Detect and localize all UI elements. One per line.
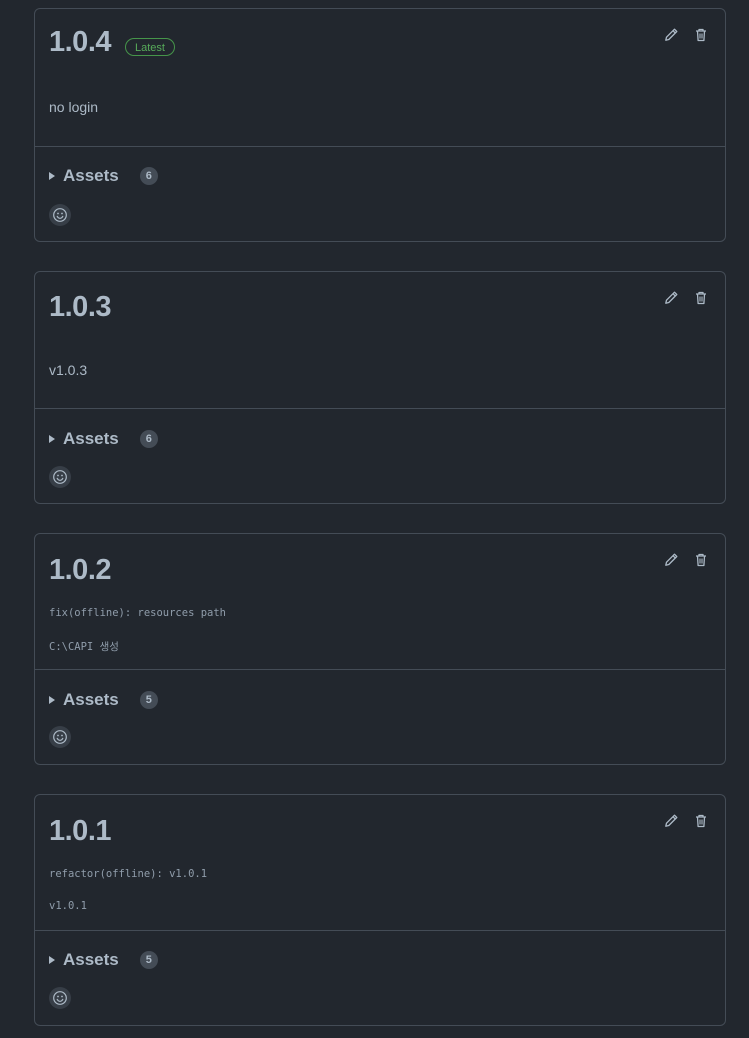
release-card: 1.0.2 fix(offline): resources path C:\CA… [34, 533, 726, 765]
release-description-line-2: C:\CAPI 생성 [49, 641, 119, 653]
assets-label: Assets [63, 166, 119, 185]
trash-icon[interactable] [693, 813, 709, 829]
assets-toggle[interactable]: Assets 5 [49, 690, 158, 710]
pencil-icon[interactable] [663, 813, 679, 829]
release-description: v1.0.3 [49, 362, 88, 378]
assets-count: 5 [139, 691, 158, 709]
trash-icon[interactable] [693, 290, 709, 306]
release-version[interactable]: 1.0.1 [49, 817, 112, 846]
release-version[interactable]: 1.0.3 [49, 293, 112, 322]
latest-badge: Latest [125, 38, 175, 56]
release-header: 1.0.4 Latest no login [35, 9, 725, 147]
release-header: 1.0.2 fix(offline): resources path C:\CA… [35, 534, 725, 670]
release-description-line-1: refactor(offline): v1.0.1 [49, 868, 208, 880]
release-description: no login [49, 99, 99, 115]
release-card: 1.0.4 Latest no login Assets 6 [34, 8, 726, 242]
assets-toggle[interactable]: Assets 5 [49, 950, 158, 970]
release-card: 1.0.1 refactor(offline): v1.0.1 v1.0.1 A… [34, 794, 726, 1026]
assets-label: Assets [63, 429, 119, 448]
pencil-icon[interactable] [663, 27, 679, 43]
release-description-line-2: v1.0.1 [49, 900, 87, 912]
smiley-icon[interactable] [49, 466, 71, 488]
trash-icon[interactable] [693, 27, 709, 43]
release-header: 1.0.1 refactor(offline): v1.0.1 v1.0.1 [35, 795, 725, 931]
release-description-line-1: fix(offline): resources path [49, 607, 227, 619]
assets-toggle[interactable]: Assets 6 [49, 166, 158, 186]
pencil-icon[interactable] [663, 552, 679, 568]
smiley-icon[interactable] [49, 204, 71, 226]
triangle-right-icon [49, 435, 55, 443]
assets-count: 6 [139, 167, 158, 185]
assets-label: Assets [63, 690, 119, 709]
assets-toggle[interactable]: Assets 6 [49, 429, 158, 449]
smiley-icon[interactable] [49, 987, 71, 1009]
release-version[interactable]: 1.0.4 [49, 28, 112, 57]
smiley-icon[interactable] [49, 726, 71, 748]
triangle-right-icon [49, 172, 55, 180]
assets-count: 6 [139, 430, 158, 448]
assets-count: 5 [139, 951, 158, 969]
triangle-right-icon [49, 696, 55, 704]
release-card: 1.0.3 v1.0.3 Assets 6 [34, 271, 726, 504]
assets-label: Assets [63, 950, 119, 969]
pencil-icon[interactable] [663, 290, 679, 306]
triangle-right-icon [49, 956, 55, 964]
trash-icon[interactable] [693, 552, 709, 568]
release-version[interactable]: 1.0.2 [49, 556, 112, 585]
release-header: 1.0.3 v1.0.3 [35, 272, 725, 409]
